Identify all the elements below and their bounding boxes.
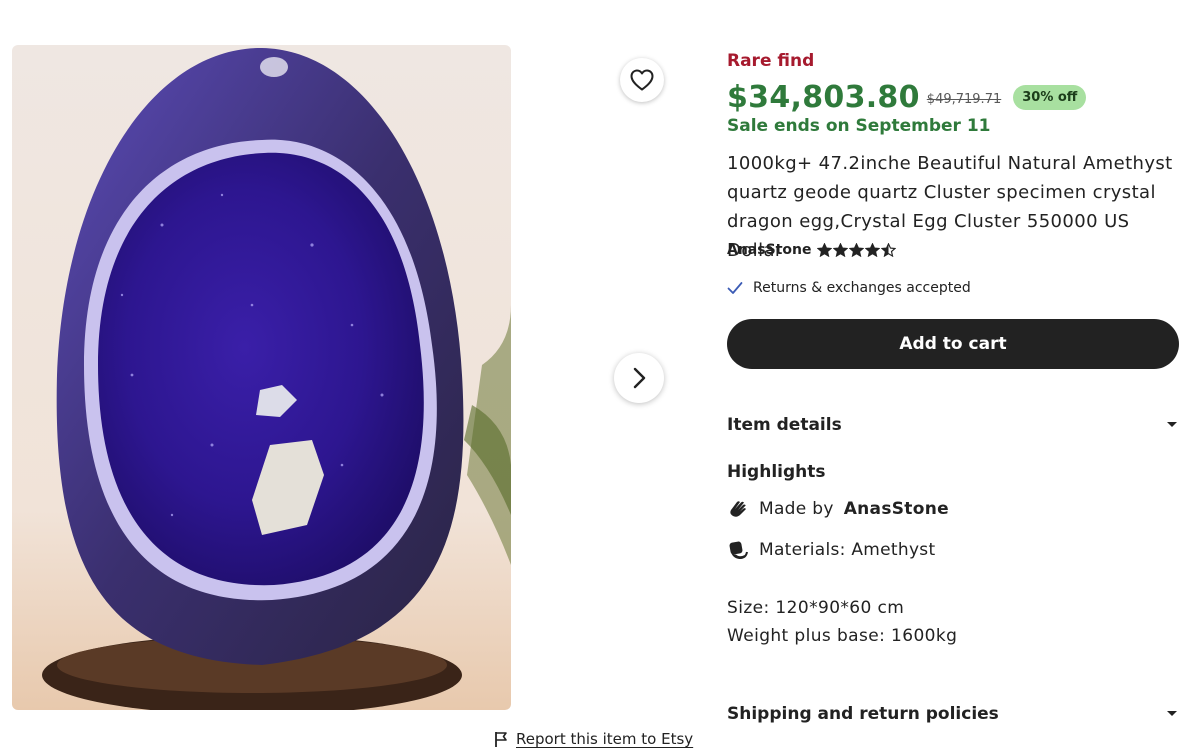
price-row: $34,803.80 $49,719.71 30% off <box>727 80 1087 115</box>
next-image-button[interactable] <box>614 353 664 403</box>
returns-policy: Returns & exchanges accepted <box>727 280 971 296</box>
layers-icon <box>729 541 748 560</box>
star-full-icon <box>817 243 833 257</box>
chevron-down-icon <box>1167 422 1177 427</box>
shipping-policies-label: Shipping and return policies <box>727 704 999 724</box>
add-to-cart-button[interactable]: Add to cart <box>727 319 1179 369</box>
item-details-label: Item details <box>727 415 842 435</box>
checkmark-icon <box>727 282 743 294</box>
hand-wave-icon <box>730 501 746 517</box>
sale-ends-label: Sale ends on September 11 <box>727 116 991 136</box>
star-half-icon <box>881 243 897 257</box>
materials-label: Materials: Amethyst <box>759 540 936 560</box>
shop-name-link[interactable]: AnasStone <box>727 242 811 258</box>
made-by-shop: AnasStone <box>843 499 949 519</box>
sale-price: $34,803.80 <box>727 80 920 115</box>
amethyst-geode-image <box>42 47 511 710</box>
description-line: Size: 120*90*60 cm <box>727 598 905 618</box>
chevron-right-icon <box>633 367 646 389</box>
chevron-down-icon <box>1167 711 1177 716</box>
highlights-title: Highlights <box>727 462 826 482</box>
rare-find-label: Rare find <box>727 51 815 71</box>
star-full-icon <box>865 243 881 257</box>
report-item-link[interactable]: Report this item to Etsy <box>494 728 693 750</box>
original-price: $49,719.71 <box>926 91 1002 107</box>
favorite-button[interactable] <box>620 58 664 102</box>
product-image[interactable] <box>12 45 511 710</box>
made-by-prefix: Made by <box>759 499 834 519</box>
item-details-accordion[interactable]: Item details <box>727 410 1179 440</box>
shop-rating-row: AnasStone <box>727 242 897 258</box>
shipping-policies-accordion[interactable]: Shipping and return policies <box>727 699 1179 729</box>
discount-badge: 30% off <box>1013 85 1087 110</box>
flag-icon <box>495 731 507 747</box>
star-rating <box>817 243 897 257</box>
materials-highlight: Materials: Amethyst <box>727 539 935 561</box>
made-by-highlight: Made by AnasStone <box>727 498 949 520</box>
description-line: Weight plus base: 1600kg <box>727 626 958 646</box>
report-item-label: Report this item to Etsy <box>516 730 694 748</box>
heart-icon <box>630 69 654 91</box>
star-full-icon <box>833 243 849 257</box>
star-full-icon <box>849 243 865 257</box>
returns-label: Returns & exchanges accepted <box>753 280 971 296</box>
